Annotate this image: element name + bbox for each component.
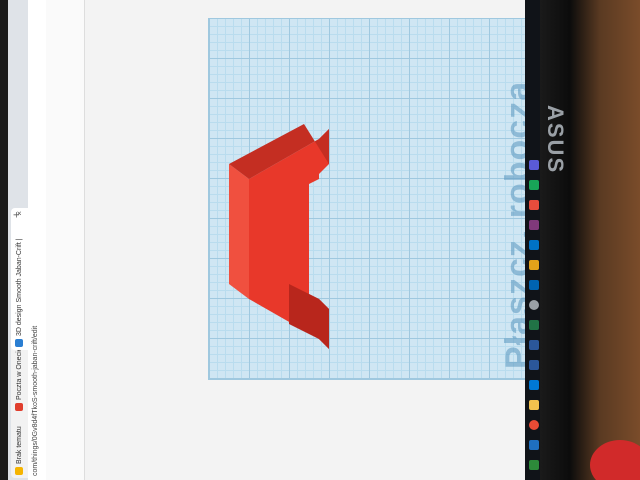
mail-icon[interactable] <box>529 380 539 390</box>
onenote-icon[interactable] <box>529 220 539 230</box>
address-bar[interactable]: com/things/0Gv8d4fTkoS-smooth-jaban-crif… <box>28 0 47 480</box>
app-icon[interactable] <box>529 180 539 190</box>
shape-top-face <box>229 164 249 299</box>
asus-logo: ASUS <box>543 105 568 175</box>
monitor-bezel-left <box>0 0 8 480</box>
browser-tab-bar: Brak tematu × Poczta w Onecie × 3D desig… <box>8 0 28 480</box>
start-icon[interactable] <box>529 460 539 470</box>
tab-label: Poczta w Onecie <box>16 347 23 400</box>
photo-scene: Brak tematu × Poczta w Onecie × 3D desig… <box>0 0 640 480</box>
excel-icon[interactable] <box>529 320 539 330</box>
explorer-icon[interactable] <box>529 260 539 270</box>
new-tab-button[interactable]: + <box>11 212 23 218</box>
photos-icon[interactable] <box>529 280 539 290</box>
tab-3d-design[interactable]: 3D design Smooth Jaban-Crift | × <box>11 208 28 350</box>
teams-icon[interactable] <box>529 200 539 210</box>
file-explorer-icon[interactable] <box>529 400 539 410</box>
monitor-bezel-right <box>540 0 640 480</box>
tinkercad-tab-icon <box>15 339 23 347</box>
settings-icon[interactable] <box>529 300 539 310</box>
store-icon[interactable] <box>529 360 539 370</box>
monitor-screen: Brak tematu × Poczta w Onecie × 3D desig… <box>8 0 543 480</box>
editor-toolbar <box>46 0 85 480</box>
onet-tab-icon <box>15 403 23 411</box>
workplane[interactable]: Płaszcz. robocza <box>208 18 540 380</box>
tab-label: Brak tematu <box>16 426 23 464</box>
chrome-icon[interactable] <box>529 420 539 430</box>
outlook-icon[interactable] <box>529 240 539 250</box>
mail-tab-icon <box>15 467 23 475</box>
cortana-icon[interactable] <box>529 440 539 450</box>
app-icon[interactable] <box>529 160 539 170</box>
word-icon[interactable] <box>529 340 539 350</box>
url-text[interactable]: com/things/0Gv8d4fTkoS-smooth-jaban-crif… <box>32 326 39 476</box>
tab-label: 3D design Smooth Jaban-Crift | <box>16 238 23 336</box>
3d-shape[interactable] <box>209 19 539 379</box>
